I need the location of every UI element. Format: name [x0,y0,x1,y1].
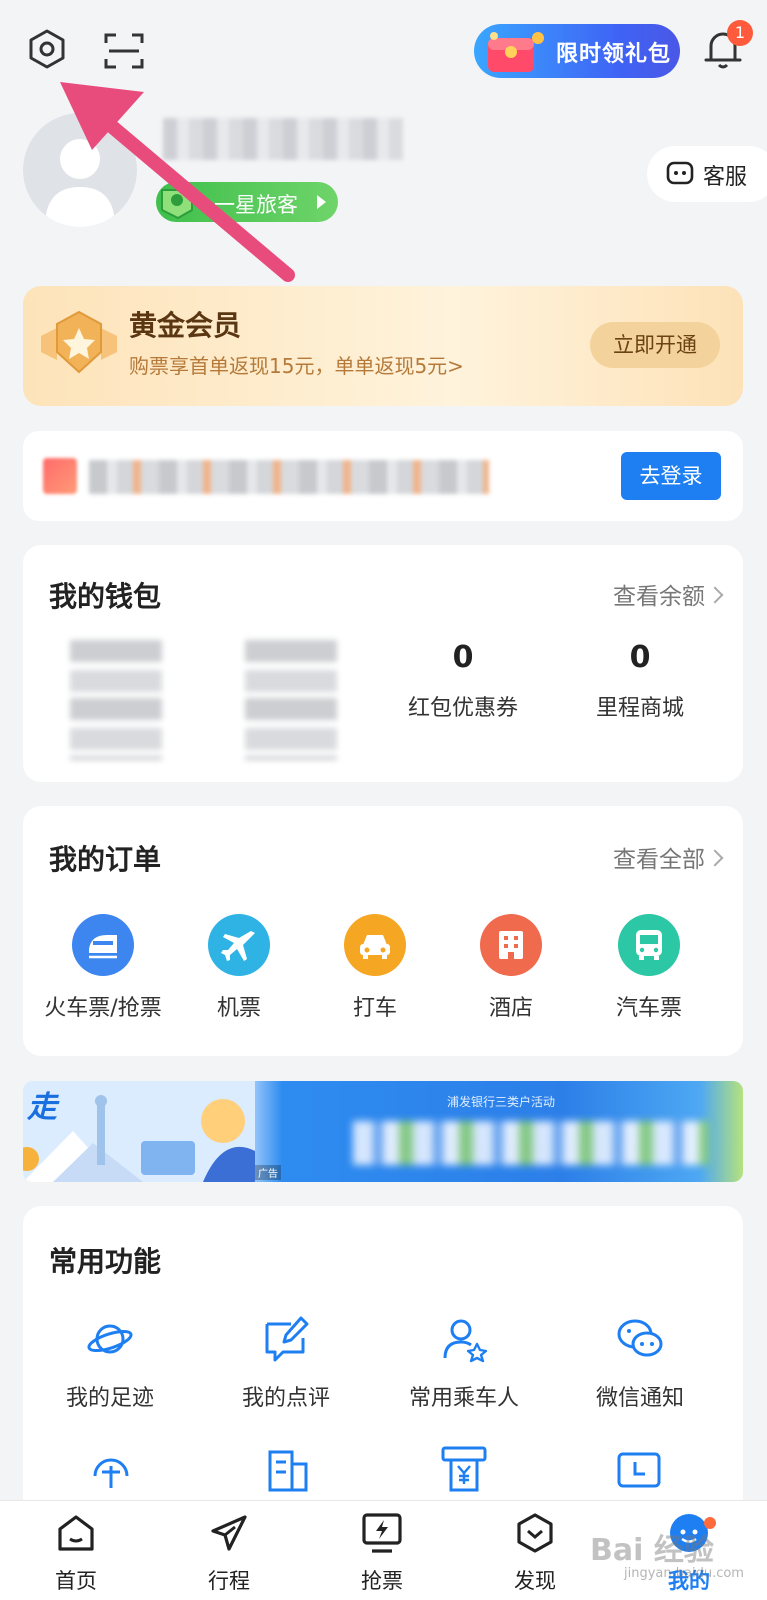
order-flight[interactable]: 机票 [169,914,309,1022]
footprints-label: 我的足迹 [65,1386,154,1411]
reviews-label: 我的点评 [241,1386,330,1411]
tab-home-label: 首页 [55,1569,97,1593]
watermark: Bai 经验 [590,1533,714,1568]
ad-banner[interactable]: 走 广告 浦发银行三类户活动 [23,1081,743,1182]
notification-badge: 1 [727,20,753,46]
order-hotel-label: 酒店 [488,996,533,1021]
train-icon [72,914,134,976]
wechat-icon [617,1319,663,1357]
gift-label: 限时领礼包 [556,42,672,67]
order-bus[interactable]: 汽车票 [579,914,719,1022]
login-prompt-bar: 去登录 [23,431,743,521]
scan-icon[interactable] [103,30,145,72]
home-icon [58,1515,94,1551]
customer-service-button[interactable]: 客服 [647,146,767,202]
atm-icon[interactable] [439,1444,489,1494]
annotation-arrow [60,82,295,282]
gold-medal-icon [41,310,117,374]
tab-discover[interactable]: 发现 [490,1511,580,1595]
red-envelope-icon [488,32,544,72]
coupons-label: 红包优惠券 [407,696,518,721]
customer-support-icon[interactable] [86,1446,136,1496]
customer-service-icon [666,161,694,185]
go-login-button[interactable]: 去登录 [621,452,721,500]
tab-trip-label: 行程 [208,1569,250,1593]
chevron-right-icon [706,849,724,867]
level-arrow-icon [317,195,326,209]
login-prompt-blurred-text [89,460,489,494]
trip-icon [211,1515,247,1551]
orders-title: 我的订单 [49,843,162,876]
tab-trip[interactable]: 行程 [184,1511,274,1595]
grab-ticket-icon [362,1513,402,1553]
planet-icon [87,1324,133,1354]
mileage-count: 0 [629,640,651,675]
promo-icon [43,458,77,494]
order-train-label: 火车票/抢票 [44,996,162,1021]
gift-package-button[interactable]: 限时领礼包 [474,24,680,78]
function-reviews[interactable]: 我的点评 [196,1314,376,1412]
car-icon [344,914,406,976]
settings-icon[interactable] [26,28,68,70]
gold-member-subtitle: 购票享首单返现15元，单单返现5元> [129,354,464,378]
bus-icon [618,914,680,976]
coupons-count: 0 [452,640,474,675]
common-functions-title: 常用功能 [49,1245,162,1278]
gold-member-card[interactable]: 黄金会员 购票享首单返现15元，单单返现5元> 立即开通 [23,286,743,406]
tab-grab-ticket[interactable]: 抢票 [337,1511,427,1595]
mileage-label: 里程商城 [595,696,684,721]
customer-service-label: 客服 [703,165,748,190]
discover-icon [517,1513,553,1553]
banner-illustration: 走 [23,1081,255,1182]
view-balance-link[interactable]: 查看余额 [613,577,724,611]
tab-home[interactable]: 首页 [31,1511,121,1595]
function-footprints[interactable]: 我的足迹 [20,1314,200,1412]
hotel-icon [480,914,542,976]
order-taxi[interactable]: 打车 [305,914,445,1022]
order-flight-label: 机票 [216,996,261,1021]
banner-blurred-headline [353,1121,709,1165]
wallet-item-coupons[interactable]: 0 红包优惠券 [383,640,543,722]
order-hotel[interactable]: 酒店 [441,914,581,1022]
plane-icon [208,914,270,976]
watermark-url: jingyan.baidu.com [624,1566,744,1581]
tab-discover-label: 发现 [514,1569,556,1593]
ticket-clock-icon[interactable] [615,1446,665,1496]
wechat-notify-label: 微信通知 [595,1386,684,1411]
svg-text:走: 走 [26,1090,60,1125]
wallet-card: 我的钱包 查看余额 0 红包优惠券 0 里程商城 [23,545,743,782]
gold-member-title: 黄金会员 [129,309,242,342]
view-all-label: 查看全部 [613,847,705,873]
wallet-item-blurred[interactable] [70,640,162,760]
chevron-right-icon [706,586,724,604]
passenger-icon [443,1319,488,1363]
edit-comment-icon [265,1316,309,1362]
tab-grab-ticket-label: 抢票 [361,1569,403,1593]
activate-now-button[interactable]: 立即开通 [590,322,720,368]
passengers-label: 常用乘车人 [408,1386,519,1411]
view-balance-label: 查看余额 [613,584,705,610]
banner-caption: 浦发银行三类户活动 [447,1095,556,1109]
building-icon[interactable] [262,1444,312,1494]
view-all-orders-link[interactable]: 查看全部 [613,840,724,874]
function-wechat-notify[interactable]: 微信通知 [550,1314,730,1412]
wallet-item-mileage[interactable]: 0 里程商城 [560,640,720,722]
wallet-title: 我的钱包 [49,580,162,613]
order-taxi-label: 打车 [352,996,397,1021]
common-functions-card: 常用功能 我的足迹 我的点评 常用乘车人 微信通知 [23,1206,743,1526]
orders-card: 我的订单 查看全部 火车票/抢票 机票 打车 酒店 汽车票 [23,806,743,1056]
function-passengers[interactable]: 常用乘车人 [374,1314,554,1412]
order-bus-label: 汽车票 [615,996,682,1021]
ad-tag: 广告 [255,1165,281,1180]
wallet-item-blurred[interactable] [245,640,337,760]
order-train[interactable]: 火车票/抢票 [33,914,173,1022]
